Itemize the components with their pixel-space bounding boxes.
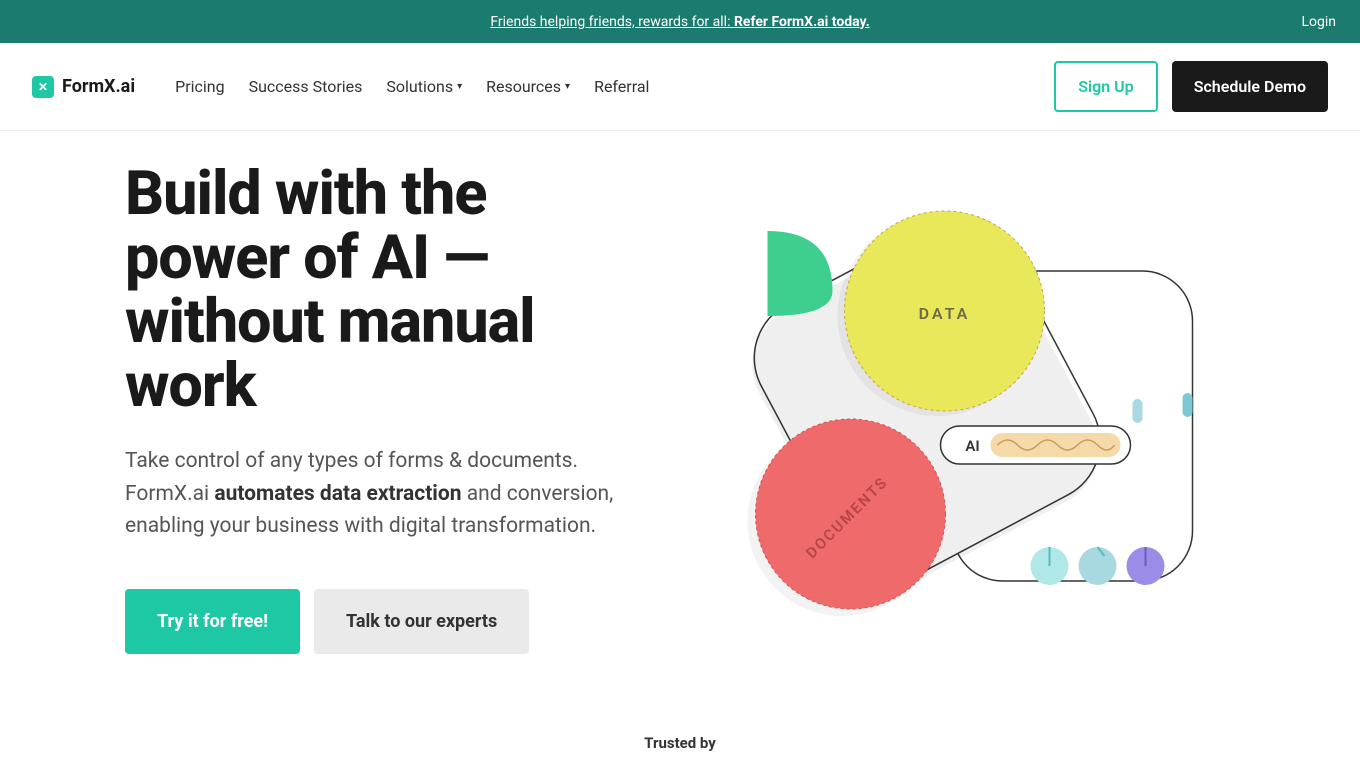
logo[interactable]: FormX.ai: [32, 76, 135, 98]
nav-resources[interactable]: Resources ▾: [486, 77, 570, 96]
nav-pricing[interactable]: Pricing: [175, 77, 225, 96]
nav-referral[interactable]: Referral: [594, 77, 649, 96]
nav-solutions[interactable]: Solutions ▾: [386, 77, 462, 96]
illustration-svg: DATA DOCUMENTS AI: [710, 161, 1235, 621]
hero-illustration: DATA DOCUMENTS AI: [710, 161, 1235, 621]
announcement-bar: Friends helping friends, rewards for all…: [0, 0, 1360, 43]
nav-success-stories[interactable]: Success Stories: [249, 77, 363, 96]
talk-experts-button[interactable]: Talk to our experts: [314, 589, 529, 654]
hero-description: Take control of any types of forms & doc…: [125, 445, 650, 543]
data-label: DATA: [919, 304, 971, 323]
nav-resources-label: Resources: [486, 77, 561, 96]
logo-icon: [32, 76, 54, 98]
hero-section: Build with the power of AI — without man…: [0, 131, 1360, 714]
chevron-down-icon: ▾: [457, 81, 462, 92]
sign-up-button[interactable]: Sign Up: [1054, 61, 1157, 112]
nav-links: Pricing Success Stories Solutions ▾ Reso…: [175, 77, 649, 96]
nav-solutions-label: Solutions: [386, 77, 453, 96]
schedule-demo-button[interactable]: Schedule Demo: [1172, 61, 1328, 112]
chevron-down-icon: ▾: [565, 81, 570, 92]
nav-cta-group: Sign Up Schedule Demo: [1054, 61, 1328, 112]
navbar: FormX.ai Pricing Success Stories Solutio…: [0, 43, 1360, 131]
hero-content: Build with the power of AI — without man…: [125, 161, 650, 654]
trusted-by-label: Trusted by: [0, 734, 1360, 752]
logo-text: FormX.ai: [62, 76, 135, 97]
announcement-prefix: Friends helping friends, rewards for all…: [490, 14, 734, 30]
trusted-by-section: Trusted by: [0, 714, 1360, 762]
announcement-bold: Refer FormX.ai today.: [734, 14, 870, 30]
ai-label: AI: [965, 437, 979, 455]
hero-cta-group: Try it for free! Talk to our experts: [125, 589, 650, 654]
hero-desc-bold: automates data extraction: [214, 482, 461, 506]
announcement-link[interactable]: Friends helping friends, rewards for all…: [490, 14, 869, 30]
login-link[interactable]: Login: [1301, 14, 1336, 30]
hero-title: Build with the power of AI — without man…: [125, 161, 650, 417]
try-free-button[interactable]: Try it for free!: [125, 589, 300, 654]
